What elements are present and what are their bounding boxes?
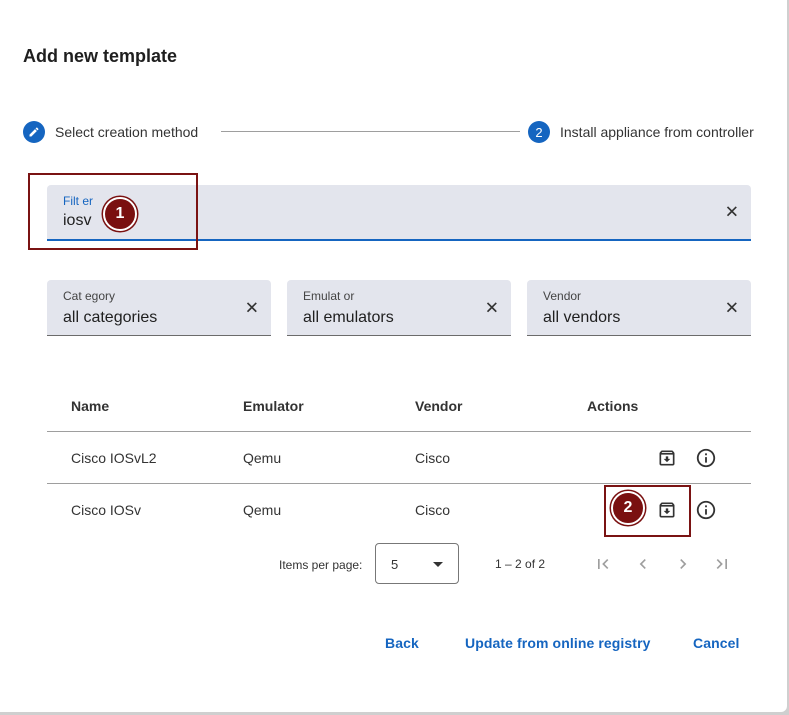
annotation-badge-1: 1	[103, 197, 137, 231]
row-emulator: Qemu	[243, 449, 282, 466]
clear-emulator-icon[interactable]: ✕	[485, 299, 499, 316]
table-row: Cisco IOSvL2 Qemu Cisco	[47, 432, 751, 484]
step-install-appliance[interactable]: 2 Install appliance from controller	[528, 121, 754, 143]
cancel-button[interactable]: Cancel	[693, 635, 740, 651]
stepper-divider	[221, 131, 520, 132]
category-select[interactable]: Cat egory all categories ✕	[47, 280, 271, 336]
install-icon[interactable]	[656, 447, 678, 469]
update-registry-button[interactable]: Update from online registry	[465, 635, 651, 651]
category-label: Cat egory	[63, 289, 116, 303]
step-label: Install appliance from controller	[560, 124, 754, 140]
row-emulator: Qemu	[243, 502, 282, 518]
page-range-label: 1 – 2 of 2	[495, 557, 546, 571]
column-header-emulator: Emulator	[243, 397, 304, 414]
row-vendor: Cisco	[415, 449, 451, 466]
step-number: 2	[528, 121, 550, 143]
row-vendor: Cisco	[415, 502, 451, 518]
back-button[interactable]: Back	[385, 635, 419, 651]
row-name: Cisco IOSv	[71, 502, 142, 518]
column-header-actions: Actions	[587, 397, 639, 414]
row-name: Cisco IOSvL2	[71, 449, 157, 466]
clear-category-icon[interactable]: ✕	[245, 299, 259, 316]
step-label: Select creation method	[55, 124, 199, 140]
dialog-title: Add new template	[23, 46, 178, 66]
chevron-down-icon	[433, 562, 443, 567]
emulator-select[interactable]: Emulat or all emulators ✕	[287, 280, 511, 336]
annotation-badge-2: 2	[611, 491, 645, 525]
vendor-value: all vendors	[543, 309, 621, 326]
info-icon[interactable]	[695, 447, 717, 469]
table-header: Name Emulator Vendor Actions	[47, 380, 751, 432]
vendor-select[interactable]: Vendor all vendors ✕	[527, 280, 751, 336]
items-per-page-label: Items per page:	[279, 558, 363, 572]
page-size-value: 5	[391, 557, 399, 572]
last-page-icon[interactable]	[710, 552, 734, 576]
add-template-dialog: Add new template Select creation method …	[0, 0, 787, 712]
first-page-icon[interactable]	[591, 552, 615, 576]
vendor-label: Vendor	[543, 289, 582, 303]
page-size-select[interactable]: 5	[375, 543, 459, 584]
step-select-creation-method[interactable]: Select creation method	[23, 121, 198, 143]
previous-page-icon[interactable]	[631, 552, 655, 576]
emulator-label: Emulat or	[303, 289, 355, 303]
column-header-name: Name	[71, 397, 110, 414]
emulator-value: all emulators	[303, 309, 394, 326]
next-page-icon[interactable]	[671, 552, 695, 576]
pencil-icon	[23, 121, 45, 143]
clear-filter-icon[interactable]: ✕	[725, 204, 739, 221]
info-icon[interactable]	[695, 499, 717, 521]
clear-vendor-icon[interactable]: ✕	[725, 299, 739, 316]
category-value: all categories	[63, 309, 158, 326]
column-header-vendor: Vendor	[415, 397, 463, 414]
